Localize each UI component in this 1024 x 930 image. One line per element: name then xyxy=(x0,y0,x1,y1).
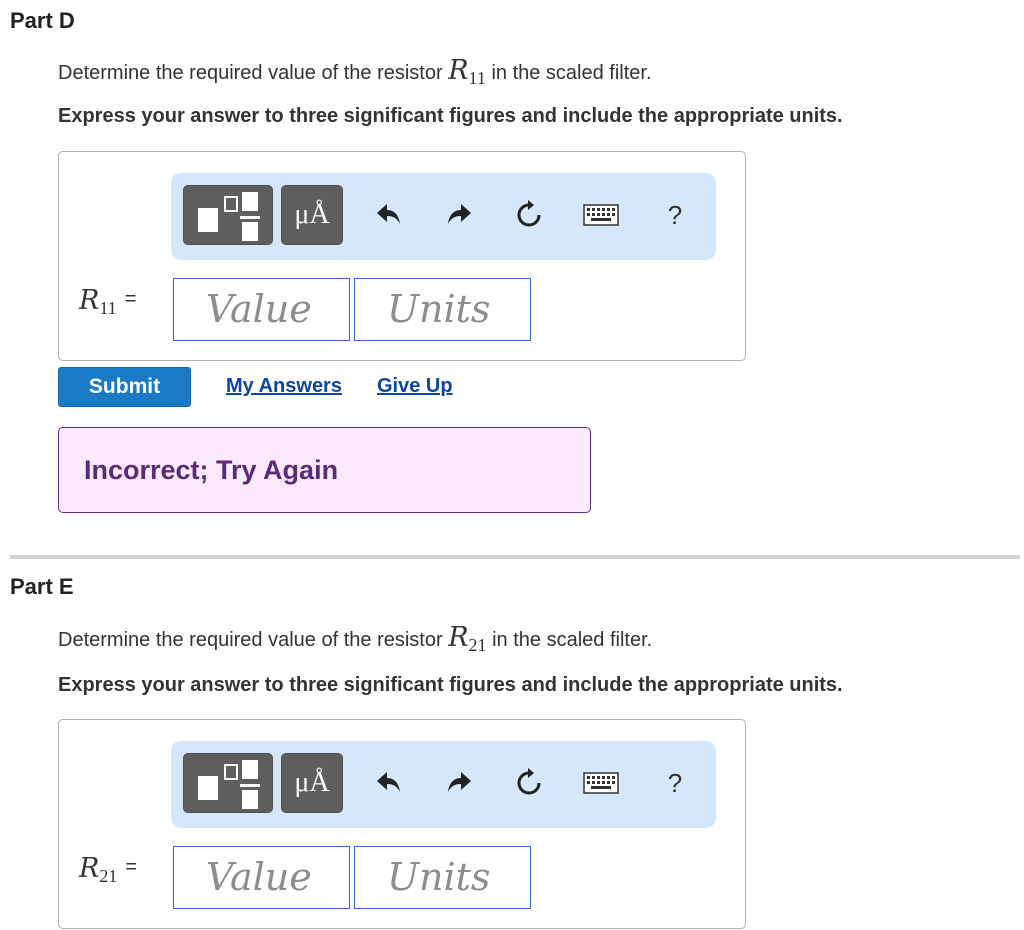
give-up-link[interactable]: Give Up xyxy=(377,375,453,398)
help-icon: ? xyxy=(667,199,683,230)
reset-icon xyxy=(517,768,541,795)
question-text: Determine the required value of the resi… xyxy=(58,55,652,89)
undo-icon xyxy=(377,772,400,792)
templates-button[interactable] xyxy=(183,185,273,245)
math-toolbar: μÅ ? xyxy=(171,173,716,260)
undo-icon xyxy=(377,204,400,224)
redo-icon xyxy=(448,204,471,224)
question-suffix: in the scaled filter. xyxy=(492,629,653,651)
instruction-text: Express your answer to three significant… xyxy=(58,674,843,696)
reset-button[interactable] xyxy=(511,765,547,801)
question-prefix: Determine the required value of the resi… xyxy=(58,629,443,651)
undo-button[interactable] xyxy=(371,765,407,801)
answer-variable-label: R21 = xyxy=(79,853,138,886)
feedback-message: Incorrect; Try Again xyxy=(58,427,591,513)
units-input[interactable]: Units xyxy=(354,846,531,909)
submit-button[interactable]: Submit xyxy=(58,367,191,407)
variable-symbol: R21 xyxy=(448,622,487,655)
math-toolbar: μÅ ? xyxy=(171,741,716,828)
undo-button[interactable] xyxy=(371,197,407,233)
section-divider xyxy=(10,555,1020,559)
units-icon: μÅ xyxy=(294,767,330,798)
keyboard-button[interactable] xyxy=(583,197,619,233)
help-icon: ? xyxy=(667,767,683,798)
answer-box: μÅ ? R21 = Value Units xyxy=(58,719,746,929)
answer-variable-label: R11 = xyxy=(79,285,137,318)
units-button[interactable]: μÅ xyxy=(281,753,343,813)
variable-symbol: R11 xyxy=(448,55,486,88)
answer-box: μÅ ? R11 = Value Units xyxy=(58,151,746,361)
question-suffix: in the scaled filter. xyxy=(491,62,652,84)
my-answers-link[interactable]: My Answers xyxy=(226,375,342,398)
question-prefix: Determine the required value of the resi… xyxy=(58,62,443,84)
keyboard-icon xyxy=(583,772,619,794)
redo-button[interactable] xyxy=(441,765,477,801)
redo-button[interactable] xyxy=(441,197,477,233)
value-input[interactable]: Value xyxy=(173,846,350,909)
question-text: Determine the required value of the resi… xyxy=(58,622,652,656)
feedback-text: Incorrect; Try Again xyxy=(84,455,339,485)
units-input[interactable]: Units xyxy=(354,278,531,341)
keyboard-button[interactable] xyxy=(583,765,619,801)
reset-icon xyxy=(517,200,541,227)
help-button[interactable]: ? xyxy=(657,765,693,801)
instruction-text: Express your answer to three significant… xyxy=(58,105,843,127)
keyboard-icon xyxy=(583,204,619,226)
part-title: Part E xyxy=(10,574,74,599)
help-button[interactable]: ? xyxy=(657,197,693,233)
value-input[interactable]: Value xyxy=(173,278,350,341)
templates-button[interactable] xyxy=(183,753,273,813)
part-title: Part D xyxy=(10,8,75,33)
units-icon: μÅ xyxy=(294,199,330,230)
redo-icon xyxy=(448,772,471,792)
reset-button[interactable] xyxy=(511,197,547,233)
units-button[interactable]: μÅ xyxy=(281,185,343,245)
